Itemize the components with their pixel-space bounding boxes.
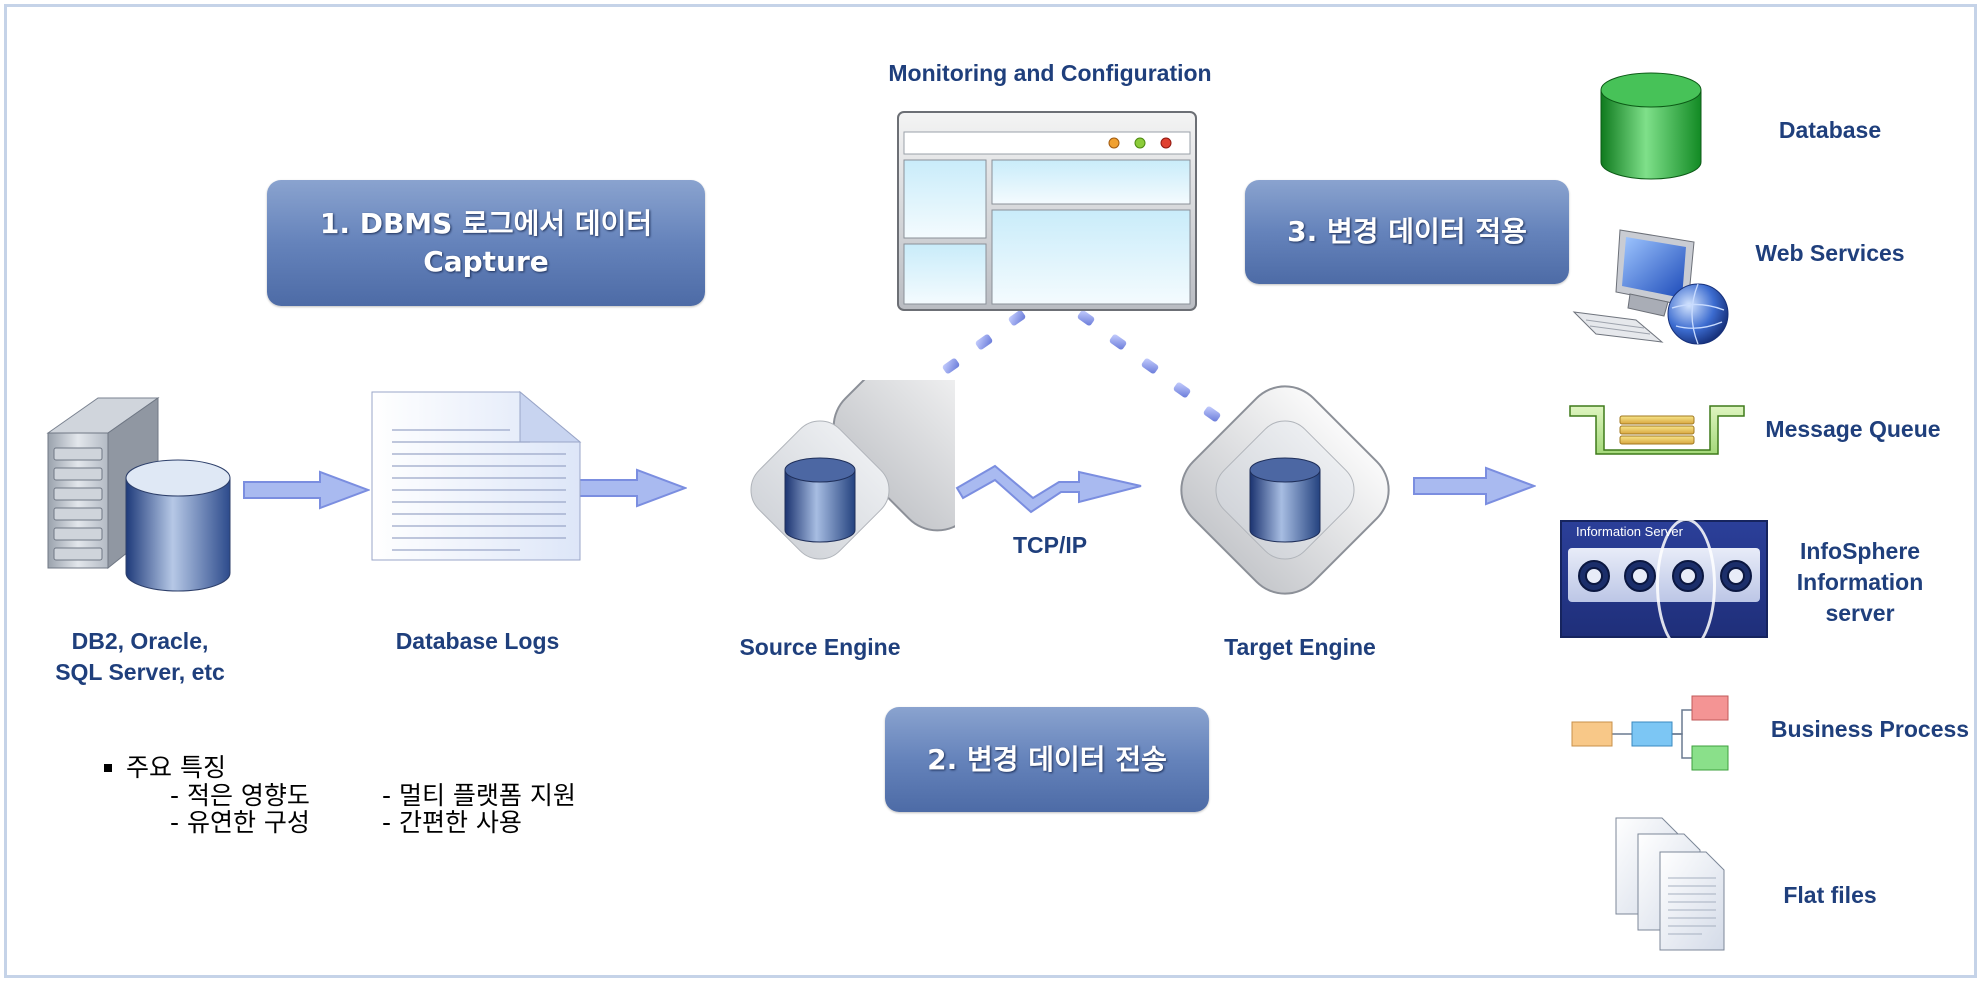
monitoring-window-icon <box>897 111 1197 311</box>
target-label-business-process: Business Process <box>1770 716 1970 742</box>
computer-globe-icon <box>1572 229 1729 345</box>
database-icon <box>1600 72 1702 180</box>
information-server-icon: Information Server <box>1560 518 1768 652</box>
source-engine-label: Source Engine <box>739 634 901 660</box>
features-title: 주요 특징 <box>126 753 226 782</box>
database-logs-label: Database Logs <box>395 628 560 654</box>
target-label-web-services: Web Services <box>1755 240 1905 266</box>
target-label-infosphere: InfoSphere Information server <box>1796 538 1924 627</box>
target-engine-label: Target Engine <box>1224 634 1376 660</box>
database-log-document-icon <box>371 390 582 561</box>
process-flow-icon <box>1571 695 1729 771</box>
tcpip-label: TCP/IP <box>1012 532 1088 558</box>
message-queue-icon <box>1569 405 1745 455</box>
tcpip-zigzag-arrow <box>955 464 1142 514</box>
feature-item: - 적은 영향도 <box>170 780 310 810</box>
source-engine-icon <box>750 380 955 560</box>
monitoring-label: Monitoring and Configuration <box>888 60 1212 86</box>
feature-item: - 멀티 플랫폼 지원 <box>382 780 576 810</box>
server-database-icon <box>46 397 231 592</box>
sources-label: DB2, Oracle, SQL Server, etc <box>55 628 225 686</box>
target-label-database: Database <box>1778 117 1882 143</box>
callout-apply: 3. 변경 데이터 적용 <box>1245 180 1569 284</box>
features-notes: 주요 특징 - 적은 영향도 - 유연한 구성 - 멀티 플랫폼 지원 - 간편… <box>100 754 594 837</box>
feature-item: - 유연한 구성 <box>170 808 310 837</box>
bullet-icon <box>104 763 112 772</box>
callout-transfer: 2. 변경 데이터 전송 <box>885 707 1209 812</box>
arrow-sources-to-logs <box>243 470 370 510</box>
feature-item: - 간편한 사용 <box>382 808 522 837</box>
callout-capture: 1. DBMS 로그에서 데이터 Capture <box>267 180 705 306</box>
arrow-logs-to-source-engine <box>578 468 687 508</box>
target-label-flat-files: Flat files <box>1783 882 1877 908</box>
target-label-message-queue: Message Queue <box>1765 416 1941 442</box>
target-engine-icon <box>1180 385 1390 595</box>
arrow-target-to-outputs <box>1413 466 1536 506</box>
files-icon <box>1615 817 1725 951</box>
